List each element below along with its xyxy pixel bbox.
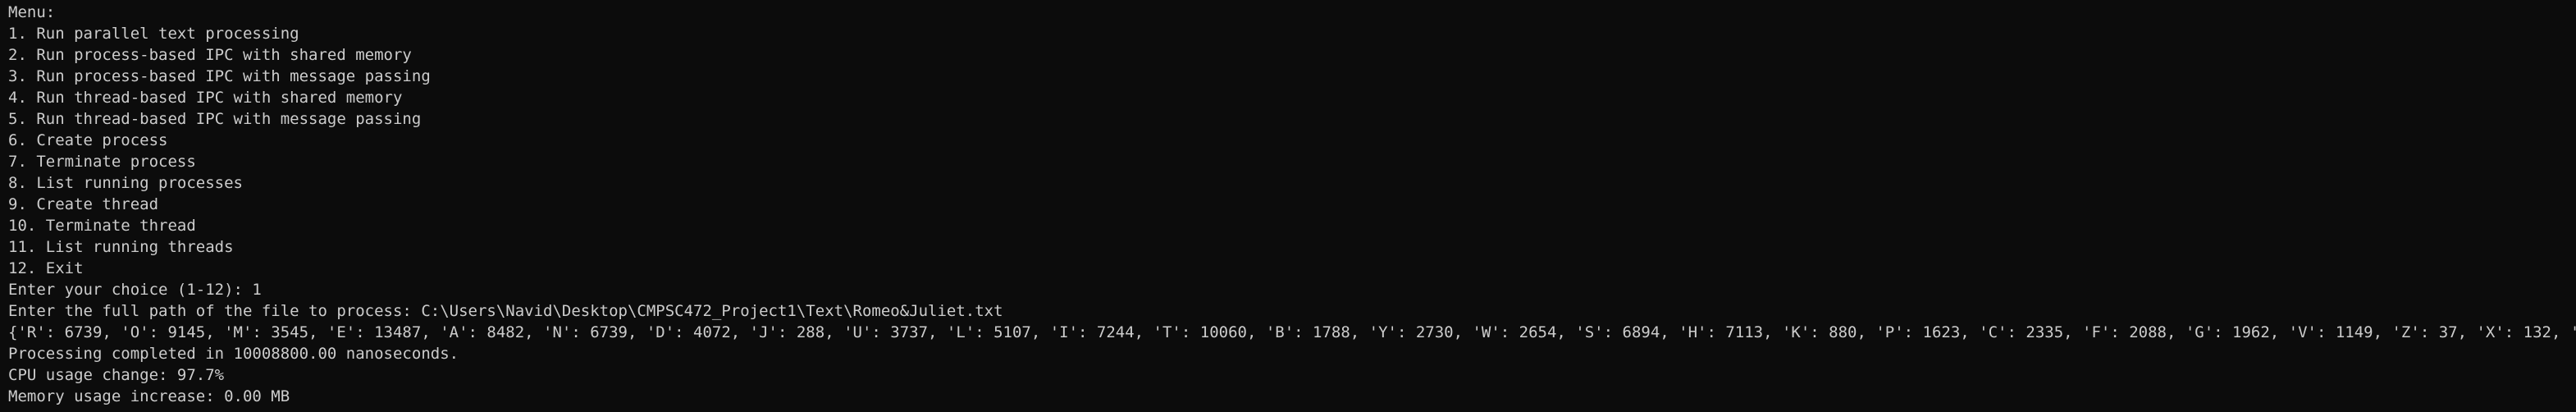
letter-frequency-output: {'R': 6739, 'O': 9145, 'M': 3545, 'E': 1… bbox=[8, 323, 2576, 341]
menu-item-4: 4. Run thread-based IPC with shared memo… bbox=[8, 89, 403, 107]
menu-item-2: 2. Run process-based IPC with shared mem… bbox=[8, 46, 412, 64]
menu-item-5: 5. Run thread-based IPC with message pas… bbox=[8, 110, 422, 128]
menu-item-8: 8. List running processes bbox=[8, 174, 243, 192]
menu-item-1: 1. Run parallel text processing bbox=[8, 25, 299, 43]
terminal-window[interactable]: Menu: 1. Run parallel text processing 2.… bbox=[0, 0, 2576, 412]
cpu-usage-output: CPU usage change: 97.7% bbox=[8, 366, 225, 384]
menu-item-7: 7. Terminate process bbox=[8, 153, 196, 171]
menu-item-9: 9. Create thread bbox=[8, 195, 159, 213]
menu-item-6: 6. Create process bbox=[8, 131, 168, 149]
menu-item-11: 11. List running threads bbox=[8, 238, 234, 256]
menu-header: Menu: bbox=[8, 3, 56, 21]
choice-prompt: Enter your choice (1-12): 1 bbox=[8, 281, 262, 299]
menu-item-3: 3. Run process-based IPC with message pa… bbox=[8, 67, 431, 85]
menu-item-10: 10. Terminate thread bbox=[8, 217, 196, 235]
processing-time-output: Processing completed in 10008800.00 nano… bbox=[8, 345, 459, 363]
menu-item-12: 12. Exit bbox=[8, 259, 84, 277]
file-path-prompt: Enter the full path of the file to proce… bbox=[8, 302, 1003, 320]
memory-usage-output: Memory usage increase: 0.00 MB bbox=[8, 387, 290, 405]
